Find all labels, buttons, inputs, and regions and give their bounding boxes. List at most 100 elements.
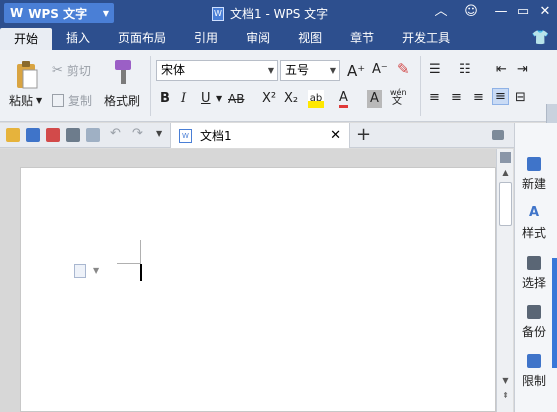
underline-button[interactable]: U	[201, 90, 211, 108]
format-painter-button[interactable]: 格式刷	[104, 92, 140, 109]
highlight-icon[interactable]: ab	[308, 90, 324, 108]
document-tab-label: 文档1	[200, 129, 232, 143]
font-size-value: 五号	[285, 63, 310, 77]
scroll-up-icon[interactable]: ▲	[499, 166, 512, 179]
app-menu-button[interactable]: W WPS 文字 ▼	[4, 3, 114, 23]
new-tab-button[interactable]: +	[356, 125, 371, 145]
close-tab-icon[interactable]: ✕	[330, 128, 341, 143]
font-name-select[interactable]: 宋体 ▼	[156, 60, 278, 81]
scroll-down-icon[interactable]: ▼	[499, 374, 512, 387]
collapse-ribbon-button[interactable]: ︿	[430, 3, 452, 21]
bold-button[interactable]: B	[160, 90, 170, 108]
taskpane-backup[interactable]: 备份	[515, 305, 553, 340]
increase-indent-icon[interactable]: ⇥	[517, 62, 528, 77]
scroll-thumb[interactable]	[499, 182, 512, 226]
distribute-icon[interactable]: ⊟	[515, 90, 526, 105]
redo-icon[interactable]: ↷	[132, 126, 146, 141]
paste-icon[interactable]	[14, 60, 40, 90]
print-icon[interactable]	[66, 128, 80, 142]
shrink-font-button[interactable]: A⁻	[372, 62, 388, 77]
align-center-icon[interactable]: ≡	[451, 90, 462, 105]
taskpane-select[interactable]: 选择	[515, 256, 553, 291]
chevron-down-icon[interactable]: ▼	[216, 90, 222, 108]
tab-page-layout[interactable]: 页面布局	[104, 26, 180, 50]
skin-button[interactable]: ☺	[460, 3, 482, 21]
customize-toolbar-icon[interactable]: ▼	[156, 129, 170, 143]
align-left-icon[interactable]: ≡	[429, 90, 440, 105]
restrict-icon	[527, 354, 541, 368]
taskpane-restrict-label: 限制	[521, 374, 546, 388]
document-tab[interactable]: W 文档1 ✕	[170, 123, 350, 148]
margin-corner-mark	[117, 263, 141, 264]
pinyin-guide-button[interactable]: wén 文	[390, 88, 407, 107]
tab-list-icon[interactable]	[492, 130, 504, 140]
app-name: WPS 文字	[28, 6, 88, 21]
export-pdf-icon[interactable]	[46, 128, 60, 142]
menu-bar: 开始 插入 页面布局 引用 审阅 视图 章节 开发工具 👕	[0, 26, 557, 50]
paste-label: 粘贴	[9, 94, 34, 108]
undo-icon[interactable]: ↶	[110, 126, 124, 141]
backup-icon	[527, 305, 541, 319]
new-document-icon	[527, 157, 541, 171]
taskpane-select-label: 选择	[521, 276, 546, 290]
task-pane: 新建 A 样式 选择 备份 限制	[514, 123, 557, 412]
paragraph-handle-icon[interactable]	[74, 264, 86, 278]
cut-label: 剪切	[66, 64, 91, 78]
document-icon: W	[212, 6, 224, 21]
chevron-down-icon[interactable]: ▼	[93, 266, 99, 275]
chevron-down-icon: ▼	[102, 8, 109, 18]
document-page[interactable]	[20, 167, 496, 412]
close-window-button[interactable]: ✕	[534, 3, 556, 21]
character-shading-button[interactable]: A	[367, 90, 382, 108]
format-painter-label: 格式刷	[104, 94, 141, 108]
window-title: W 文档1 - WPS 文字	[212, 5, 328, 22]
taskpane-new[interactable]: 新建	[515, 157, 553, 192]
copy-button[interactable]: 复制	[52, 92, 92, 109]
tab-home[interactable]: 开始	[0, 28, 53, 50]
taskpane-expand-handle[interactable]	[552, 258, 557, 368]
taskpane-styles[interactable]: A 样式	[515, 206, 553, 241]
strikethrough-button[interactable]: AB	[228, 90, 244, 108]
taskpane-restrict[interactable]: 限制	[515, 354, 553, 389]
chevron-down-icon: ▼	[329, 66, 336, 75]
bullet-list-icon[interactable]: ☰	[429, 62, 441, 77]
vertical-scrollbar[interactable]: ▲ ▼ ⇞	[496, 149, 513, 412]
title-bar: W WPS 文字 ▼ W 文档1 - WPS 文字 ︿ ☺ — ▭ ✕	[0, 0, 557, 26]
align-right-icon[interactable]: ≡	[473, 90, 484, 105]
save-icon[interactable]	[26, 128, 40, 142]
paste-button[interactable]: 粘贴 ▼	[9, 92, 42, 109]
format-painter-icon[interactable]	[111, 58, 137, 86]
tab-references[interactable]: 引用	[180, 26, 232, 50]
open-folder-icon[interactable]	[6, 128, 20, 142]
document-workspace	[0, 149, 496, 412]
window-title-text: 文档1 - WPS 文字	[230, 7, 329, 21]
word-document-icon: W	[179, 128, 192, 143]
justify-icon[interactable]: ≡	[492, 88, 509, 105]
cut-button[interactable]: ✂ 剪切	[52, 62, 91, 79]
skin-icon[interactable]: 👕	[532, 26, 549, 50]
maximize-button[interactable]: ▭	[512, 3, 534, 21]
numbered-list-icon[interactable]: ☷	[459, 62, 471, 77]
margin-corner-mark	[140, 240, 141, 264]
ruler-toggle-icon[interactable]	[500, 152, 511, 163]
italic-button[interactable]: I	[181, 90, 186, 108]
taskpane-backup-label: 备份	[521, 325, 546, 339]
styles-icon: A	[528, 205, 540, 220]
tab-section[interactable]: 章节	[336, 26, 388, 50]
font-color-button[interactable]: A	[339, 90, 348, 108]
print-preview-icon[interactable]	[86, 128, 100, 142]
superscript-button[interactable]: X²	[262, 90, 276, 108]
clear-format-icon[interactable]: ✎	[397, 60, 410, 78]
tab-developer[interactable]: 开发工具	[388, 26, 464, 50]
group-divider	[150, 56, 151, 116]
tab-review[interactable]: 审阅	[232, 26, 284, 50]
font-size-select[interactable]: 五号 ▼	[280, 60, 340, 81]
previous-page-icon[interactable]: ⇞	[499, 389, 512, 402]
minimize-button[interactable]: —	[490, 3, 512, 21]
subscript-button[interactable]: X₂	[284, 90, 298, 108]
tab-view[interactable]: 视图	[284, 26, 336, 50]
decrease-indent-icon[interactable]: ⇤	[496, 62, 507, 77]
tab-insert[interactable]: 插入	[52, 26, 104, 50]
ribbon: 粘贴 ▼ ✂ 剪切 复制 格式刷 A⁺ A⁻ ✎ ☰ ☷ ⇤ ⇥ ≡ ≡ ≡ ≡…	[0, 50, 557, 166]
grow-font-button[interactable]: A⁺	[347, 62, 365, 80]
